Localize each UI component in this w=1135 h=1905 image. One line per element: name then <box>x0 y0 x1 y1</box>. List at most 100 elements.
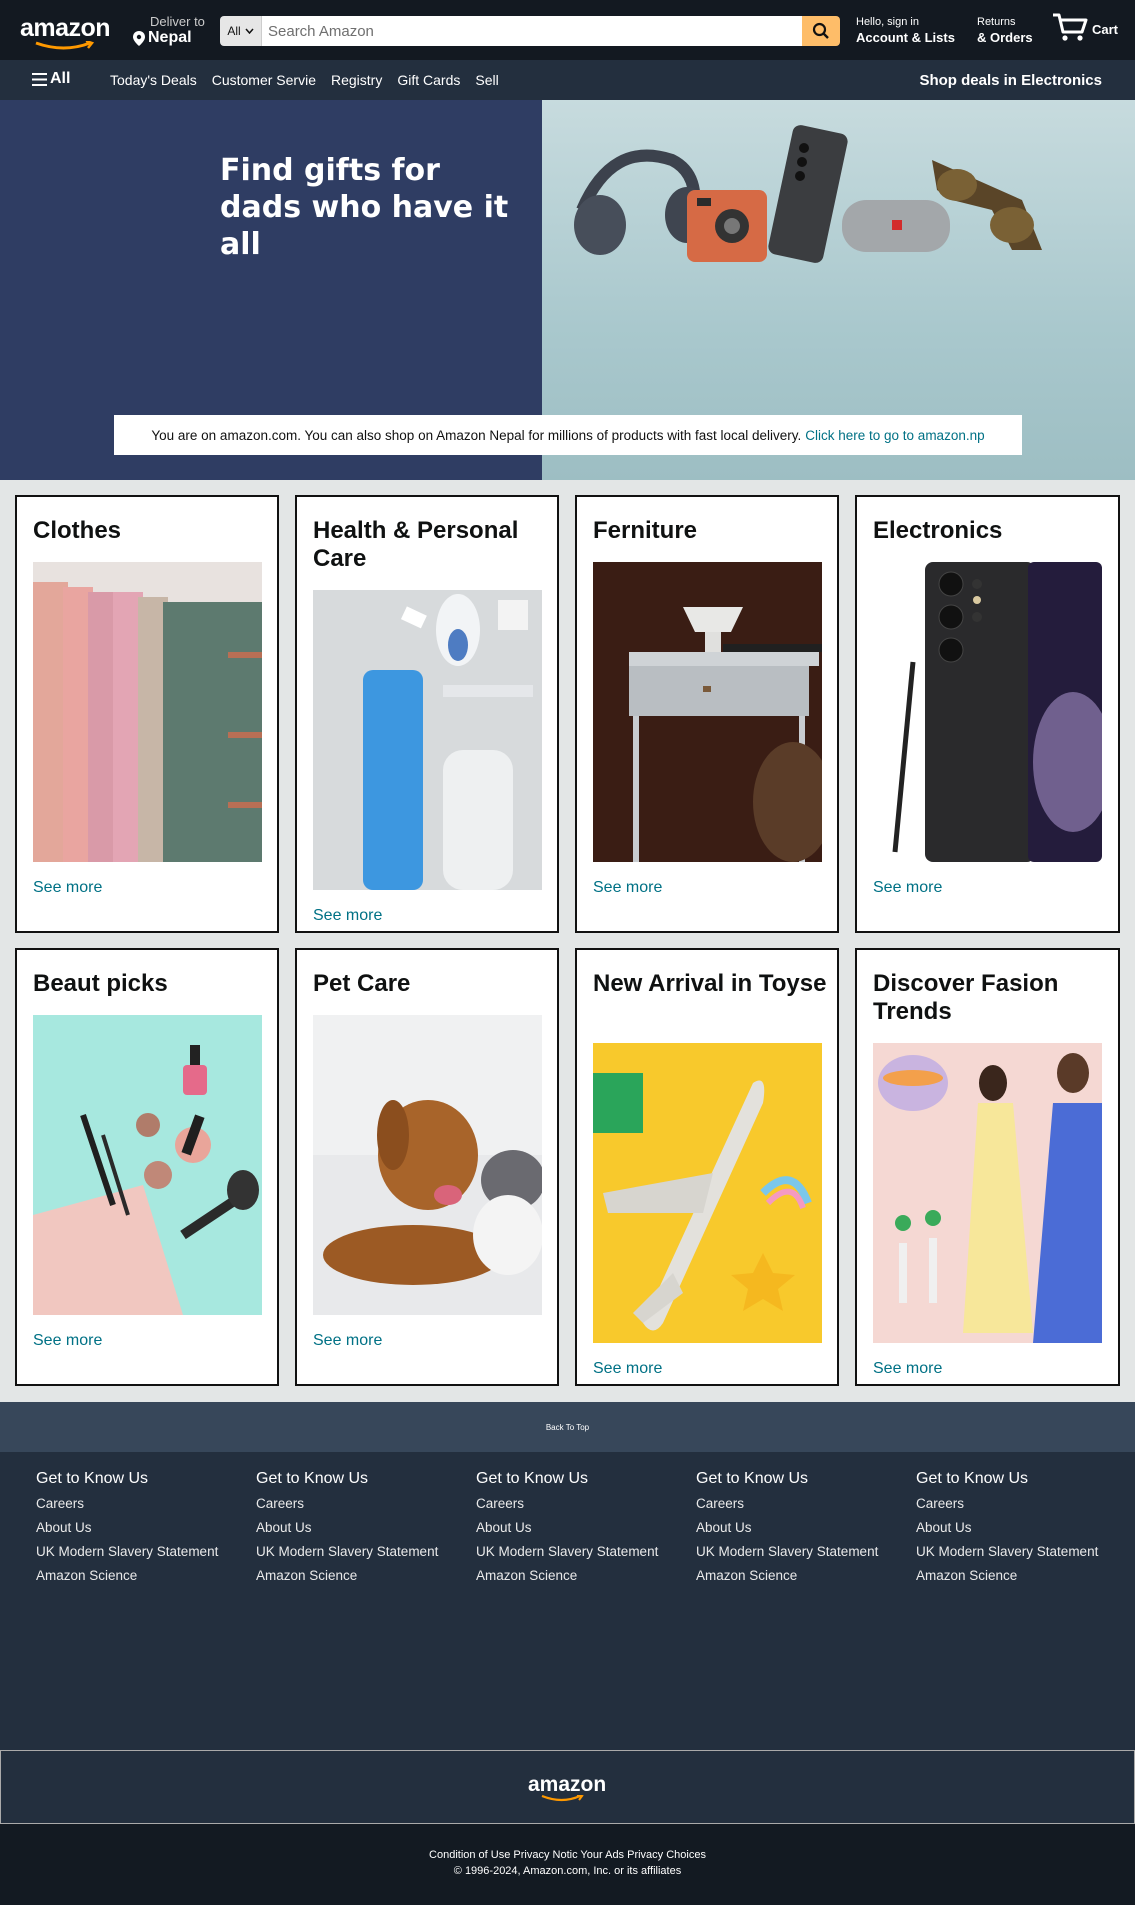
search-bar: All <box>220 16 840 46</box>
legal-links[interactable]: Condition of Use Privacy Notic Your Ads … <box>0 1849 1135 1861</box>
footer-link-slavery-statement[interactable]: UK Modern Slavery Statement <box>696 1544 896 1559</box>
footer-link-science[interactable]: Amazon Science <box>916 1568 1116 1583</box>
card-title: Discover Fasion Trends <box>873 970 1059 1025</box>
subnav-link-todays-deals[interactable]: Today's Deals <box>110 72 197 88</box>
see-more-link[interactable]: See more <box>593 1360 662 1378</box>
see-more-link[interactable]: See more <box>33 879 102 897</box>
footer-link-about[interactable]: About Us <box>916 1520 1116 1535</box>
footer-link-about[interactable]: About Us <box>36 1520 236 1535</box>
deliver-label: Deliver to <box>150 14 205 29</box>
footer-amazon-logo[interactable]: amazon <box>528 1773 607 1802</box>
footer-link-science[interactable]: Amazon Science <box>476 1568 676 1583</box>
subnav-link-gift-cards[interactable]: Gift Cards <box>397 72 460 88</box>
smile-icon <box>541 1795 584 1802</box>
card-title: Ferniture <box>593 517 698 544</box>
returns-label: Returns <box>977 16 1016 28</box>
cart-button[interactable]: Cart <box>1052 12 1118 42</box>
category-card-pet-care: Pet Care See more <box>295 948 559 1386</box>
search-button[interactable] <box>802 16 840 46</box>
category-card-toys: New Arrival in Toyse See more <box>575 948 839 1386</box>
copyright-text: © 1996-2024, Amazon.com, Inc. or its aff… <box>453 1865 682 1877</box>
card-title: Pet Care <box>313 970 411 997</box>
amazon-logo[interactable]: amazon <box>20 14 111 50</box>
electronics-deals-link[interactable]: Shop deals in Electronics <box>919 72 1102 89</box>
footer-column: Get to Know Us Careers About Us UK Moder… <box>916 1470 1116 1592</box>
footer-logo-text: amazon <box>528 1773 607 1796</box>
footer-column-heading: Get to Know Us <box>256 1470 369 1487</box>
footer-link-about[interactable]: About Us <box>256 1520 456 1535</box>
subnav-link-sell[interactable]: Sell <box>475 72 498 88</box>
cart-icon <box>1053 13 1088 41</box>
logo-text: amazon <box>20 14 111 42</box>
card-title: New Arrival in Toyse <box>593 970 827 997</box>
toy-plane-image[interactable] <box>593 1043 822 1343</box>
see-more-link[interactable]: See more <box>33 1332 102 1350</box>
all-menu-button[interactable]: All <box>32 70 70 88</box>
orders-label: & Orders <box>977 30 1033 45</box>
category-card-clothes: Clothes See more <box>15 495 279 933</box>
account-lists-menu[interactable]: Hello, sign in Account & Lists <box>856 16 955 45</box>
chevron-down-icon <box>245 28 254 34</box>
subnav-link-customer-service[interactable]: Customer Servie <box>212 72 316 88</box>
cart-label: Cart <box>1092 22 1119 37</box>
footer-link-careers[interactable]: Careers <box>36 1496 236 1511</box>
phone-image[interactable] <box>873 562 1102 862</box>
footer-legal: Condition of Use Privacy Notic Your Ads … <box>0 1824 1135 1905</box>
footer-logo-bar: amazon <box>0 1750 1135 1824</box>
footer-link-science[interactable]: Amazon Science <box>256 1568 456 1583</box>
footer-link-slavery-statement[interactable]: UK Modern Slavery Statement <box>916 1544 1116 1559</box>
footer-column: Get to Know Us Careers About Us UK Moder… <box>476 1470 676 1592</box>
footer-column: Get to Know Us Careers About Us UK Moder… <box>36 1470 236 1592</box>
footer-column-heading: Get to Know Us <box>916 1470 1029 1487</box>
returns-orders-link[interactable]: Returns & Orders <box>977 16 1033 45</box>
footer-link-careers[interactable]: Careers <box>256 1496 456 1511</box>
furniture-image[interactable] <box>593 562 822 862</box>
category-card-beauty: Beaut picks See more <box>15 948 279 1386</box>
footer-link-slavery-statement[interactable]: UK Modern Slavery Statement <box>36 1544 236 1559</box>
category-card-electronics: Electronics See more <box>855 495 1120 933</box>
health-image[interactable] <box>313 590 542 890</box>
search-icon <box>812 22 829 39</box>
see-more-link[interactable]: See more <box>313 907 382 925</box>
clothes-image[interactable] <box>33 562 262 862</box>
fashion-image[interactable] <box>873 1043 1102 1343</box>
footer-link-about[interactable]: About Us <box>696 1520 896 1535</box>
locale-notice: You are on amazon.com. You can also shop… <box>114 415 1022 455</box>
footer-column: Get to Know Us Careers About Us UK Moder… <box>696 1470 896 1592</box>
subnav-links: Today's Deals Customer Servie Registry G… <box>110 72 499 88</box>
see-more-link[interactable]: See more <box>873 1360 942 1378</box>
footer-column-heading: Get to Know Us <box>36 1470 149 1487</box>
hero-banner[interactable]: Find gifts for dads who have it all You … <box>0 100 1135 480</box>
makeup-image[interactable] <box>33 1015 262 1315</box>
secondary-navbar: All Today's Deals Customer Servie Regist… <box>0 60 1135 100</box>
category-card-furniture: Ferniture See more <box>575 495 839 933</box>
top-navbar: amazon Deliver to Nepal All Hello, sign … <box>0 0 1135 60</box>
see-more-link[interactable]: See more <box>313 1332 382 1350</box>
back-to-top-button[interactable]: Back To Top <box>0 1402 1135 1452</box>
footer-link-slavery-statement[interactable]: UK Modern Slavery Statement <box>256 1544 456 1559</box>
deliver-to-location[interactable]: Deliver to Nepal <box>133 14 205 47</box>
search-category-dropdown[interactable]: All <box>220 16 262 46</box>
see-more-link[interactable]: See more <box>873 879 942 897</box>
footer-column-heading: Get to Know Us <box>696 1470 809 1487</box>
footer-link-careers[interactable]: Careers <box>916 1496 1116 1511</box>
footer-link-science[interactable]: Amazon Science <box>696 1568 896 1583</box>
pets-image[interactable] <box>313 1015 542 1315</box>
footer-link-about[interactable]: About Us <box>476 1520 676 1535</box>
card-title: Clothes <box>33 517 122 544</box>
search-input[interactable] <box>262 16 802 46</box>
card-title: Electronics <box>873 517 1003 544</box>
footer-link-careers[interactable]: Careers <box>476 1496 676 1511</box>
deliver-location: Nepal <box>148 29 192 46</box>
all-menu-label: All <box>50 70 71 87</box>
footer-link-careers[interactable]: Careers <box>696 1496 896 1511</box>
footer-links: Get to Know Us Careers About Us UK Moder… <box>0 1452 1135 1752</box>
footer-link-slavery-statement[interactable]: UK Modern Slavery Statement <box>476 1544 676 1559</box>
footer-column: Get to Know Us Careers About Us UK Moder… <box>256 1470 456 1592</box>
card-title: Beaut picks <box>33 970 168 997</box>
category-card-fashion: Discover Fasion Trends See more <box>855 948 1120 1386</box>
footer-link-science[interactable]: Amazon Science <box>36 1568 236 1583</box>
subnav-link-registry[interactable]: Registry <box>331 72 382 88</box>
go-to-amazon-np-link[interactable]: Click here to go to amazon.np <box>805 428 984 443</box>
see-more-link[interactable]: See more <box>593 879 662 897</box>
